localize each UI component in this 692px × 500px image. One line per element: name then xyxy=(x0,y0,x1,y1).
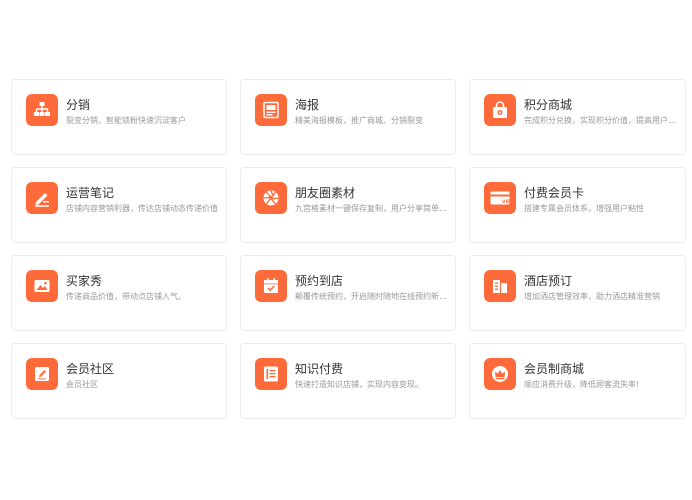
card-title: 预约到店 xyxy=(295,274,344,288)
community-icon xyxy=(26,358,58,390)
card-member-mall[interactable]: 会员制商城 顺应消费升级，降低顾客流失率! xyxy=(469,343,686,419)
card-description: 精美海报模板，推广商城、分销裂变 xyxy=(295,116,423,125)
poster-icon xyxy=(255,94,287,126)
card-description: 会员社区 xyxy=(66,380,98,389)
member-mall-icon xyxy=(484,358,516,390)
card-title: 朋友圈素材 xyxy=(295,186,356,200)
card-member-community[interactable]: 会员社区 会员社区 xyxy=(11,343,227,419)
card-description: 颠覆传统预约，开启随时随地在线预约新模式 xyxy=(295,292,447,301)
card-buyer-show[interactable]: 买家秀 传递商品价值，带动点店铺人气。 xyxy=(11,255,227,331)
buyer-show-icon xyxy=(26,270,58,302)
card-description: 传递商品价值，带动点店铺人气。 xyxy=(66,292,186,301)
card-description: 完成积分兑换，实现积分价值，提高用户粘性 xyxy=(524,116,676,125)
card-title: 会员社区 xyxy=(66,362,115,376)
card-description: 增加酒店管理效率，助力酒店精准营销 xyxy=(524,292,660,301)
card-title: 买家秀 xyxy=(66,274,103,288)
card-distribution[interactable]: 分销 裂变分销，智能锁粉快速沉淀客户 xyxy=(11,79,227,155)
notes-icon xyxy=(26,182,58,214)
card-description: 搭建专属会员体系，增强用户粘性 xyxy=(524,204,644,213)
card-title: 积分商城 xyxy=(524,98,573,112)
card-description: 九宫格素材一键保存复制，用户分享简单高效 xyxy=(295,204,447,213)
card-paid-membership[interactable]: VIP 付费会员卡 搭建专属会员体系，增强用户粘性 xyxy=(469,167,686,243)
card-title: 海报 xyxy=(295,98,320,112)
vip-card-icon: VIP xyxy=(484,182,516,214)
card-points-mall[interactable]: 积分商城 完成积分兑换，实现积分价值，提高用户粘性 xyxy=(469,79,686,155)
points-mall-icon xyxy=(484,94,516,126)
card-hotel-booking[interactable]: 酒店预订 增加酒店管理效率，助力酒店精准营销 xyxy=(469,255,686,331)
hotel-icon xyxy=(484,270,516,302)
moments-icon xyxy=(255,182,287,214)
card-poster[interactable]: 海报 精美海报模板，推广商城、分销裂变 xyxy=(240,79,456,155)
card-title: 分销 xyxy=(66,98,91,112)
card-description: 快速打造知识店铺，实现内容变现。 xyxy=(295,380,423,389)
card-title: 付费会员卡 xyxy=(524,186,585,200)
svg-text:VIP: VIP xyxy=(502,199,511,205)
card-appointment[interactable]: 预约到店 颠覆传统预约，开启随时随地在线预约新模式 xyxy=(240,255,456,331)
feature-grid: 分销 裂变分销，智能锁粉快速沉淀客户 海报 精美海报模板，推广商城、分销裂变 积… xyxy=(11,79,688,419)
card-title: 运营笔记 xyxy=(66,186,115,200)
card-description: 顺应消费升级，降低顾客流失率! xyxy=(524,380,640,389)
card-description: 店铺内容营销利器，传达店铺动态传递价值 xyxy=(66,204,218,213)
card-title: 知识付费 xyxy=(295,362,344,376)
card-knowledge-payment[interactable]: 知识付费 快速打造知识店铺，实现内容变现。 xyxy=(240,343,456,419)
card-operation-notes[interactable]: 运营笔记 店铺内容营销利器，传达店铺动态传递价值 xyxy=(11,167,227,243)
distribution-icon xyxy=(26,94,58,126)
card-title: 会员制商城 xyxy=(524,362,585,376)
knowledge-icon xyxy=(255,358,287,390)
appointment-icon xyxy=(255,270,287,302)
card-moments-material[interactable]: 朋友圈素材 九宫格素材一键保存复制，用户分享简单高效 xyxy=(240,167,456,243)
card-description: 裂变分销，智能锁粉快速沉淀客户 xyxy=(66,116,186,125)
card-title: 酒店预订 xyxy=(524,274,573,288)
